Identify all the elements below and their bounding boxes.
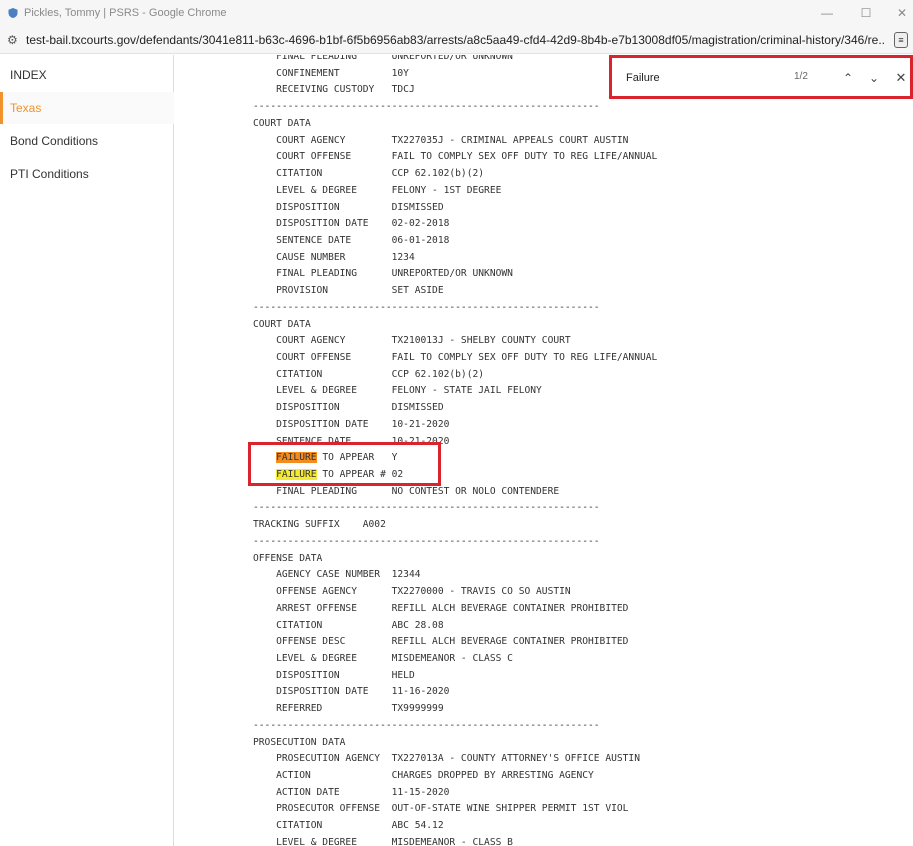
report-line: ----------------------------------------… [253, 535, 600, 547]
report-line: ACTION DATE 11-15-2020 [253, 786, 450, 798]
report-line: PROVISION SET ASIDE [253, 285, 444, 297]
close-window-button[interactable]: ✕ [891, 4, 913, 22]
report-line: CONFINEMENT 10Y [253, 67, 409, 79]
sidebar-item-pti-conditions[interactable]: PTI Conditions [0, 158, 174, 190]
report-line: REFERRED TX9999999 [253, 703, 444, 715]
report-line: LEVEL & DEGREE FELONY - 1ST DEGREE [253, 184, 502, 196]
report-line: LEVEL & DEGREE MISDEMEANOR - CLASS B [253, 836, 513, 846]
report-line: TRACKING SUFFIX A002 [253, 519, 386, 531]
maximize-button[interactable]: ☐ [855, 4, 877, 22]
url-text[interactable]: test-bail.txcourts.gov/defendants/3041e8… [26, 33, 886, 47]
title-bar: Pickles, Tommy | PSRS - Google Chrome — … [0, 0, 913, 26]
report-line: OFFENSE DATA [253, 552, 323, 564]
report-line: ----------------------------------------… [253, 101, 600, 113]
address-bar[interactable]: ⚙ test-bail.txcourts.gov/defendants/3041… [0, 26, 913, 54]
report-line: PROSECUTION DATA [253, 736, 346, 748]
window-title: Pickles, Tommy | PSRS - Google Chrome [24, 7, 227, 19]
find-previous-button[interactable]: ⌃ [838, 68, 858, 88]
report-line: ARREST OFFENSE REFILL ALCH BEVERAGE CONT… [253, 602, 629, 614]
report-line: FINAL PLEADING NO CONTEST OR NOLO CONTEN… [253, 485, 560, 497]
report-line: COURT OFFENSE FAIL TO COMPLY SEX OFF DUT… [253, 352, 658, 363]
report-line: OFFENSE AGENCY TX2270000 - TRAVIS CO SO … [253, 586, 571, 597]
report-line: PROSECUTOR OFFENSE OUT-OF-STATE WINE SHI… [253, 803, 629, 815]
annotation-box [248, 442, 441, 486]
page-icon[interactable]: ≡ [894, 32, 908, 48]
report-line: PROSECUTION AGENCY TX227013A - COUNTY AT… [253, 753, 640, 765]
find-match-count: 1/2 [794, 71, 808, 82]
report-line: DISPOSITION DISMISSED [253, 402, 444, 414]
tune-icon[interactable]: ⚙ [7, 33, 21, 47]
report-line: LEVEL & DEGREE MISDEMEANOR - CLASS C [253, 652, 513, 664]
sidebar-item-index[interactable]: INDEX [0, 59, 174, 91]
report-line: CITATION CCP 62.102(b)(2) [253, 168, 485, 179]
report-line: CITATION ABC 28.08 [253, 619, 444, 631]
find-input[interactable] [626, 69, 786, 87]
report-line: CITATION ABC 54.12 [253, 820, 444, 832]
report-line: DISPOSITION DISMISSED [253, 201, 444, 213]
report-line: ----------------------------------------… [253, 301, 600, 313]
find-bar: 1/2 ⌃ ⌄ ✕ [609, 55, 913, 99]
report-line: ----------------------------------------… [253, 719, 600, 731]
report-line: DISPOSITION DATE 10-21-2020 [253, 418, 450, 430]
report-line: COURT DATA [253, 117, 311, 129]
report-line: FINAL PLEADING UNREPORTED/OR UNKNOWN [253, 55, 513, 62]
report-line: RECEIVING CUSTODY TDCJ [253, 84, 415, 96]
report-line: ----------------------------------------… [253, 502, 600, 514]
report-line: CAUSE NUMBER 1234 [253, 251, 415, 263]
report-line: CITATION CCP 62.102(b)(2) [253, 368, 485, 380]
find-next-button[interactable]: ⌄ [864, 68, 884, 88]
sidebar-item-bond-conditions[interactable]: Bond Conditions [0, 125, 174, 157]
report-line: DISPOSITION DATE 11-16-2020 [253, 686, 450, 698]
report-line: AGENCY CASE NUMBER 12344 [253, 569, 421, 581]
shield-icon [8, 8, 18, 18]
sidebar: INDEX Texas Bond Conditions PTI Conditio… [0, 55, 174, 846]
report-line: DISPOSITION DATE 02-02-2018 [253, 218, 450, 230]
report-line: ACTION CHARGES DROPPED BY ARRESTING AGEN… [253, 770, 594, 781]
report-line: SENTENCE DATE 06-01-2018 [253, 234, 450, 246]
report-line: COURT AGENCY TX227035J - CRIMINAL APPEAL… [253, 134, 629, 146]
report-line: FINAL PLEADING UNREPORTED/OR UNKNOWN [253, 268, 513, 280]
report-line: COURT OFFENSE FAIL TO COMPLY SEX OFF DUT… [253, 151, 658, 163]
report-line: COURT DATA [253, 318, 311, 330]
report-line: COURT AGENCY TX210013J - SHELBY COUNTY C… [253, 335, 571, 347]
report-line: DISPOSITION HELD [253, 669, 415, 681]
report-line: LEVEL & DEGREE FELONY - STATE JAIL FELON… [253, 385, 542, 397]
report-line: OFFENSE DESC REFILL ALCH BEVERAGE CONTAI… [253, 636, 629, 648]
find-close-button[interactable]: ✕ [891, 68, 911, 88]
sidebar-item-texas[interactable]: Texas [0, 92, 174, 124]
minimize-button[interactable]: — [816, 4, 838, 22]
